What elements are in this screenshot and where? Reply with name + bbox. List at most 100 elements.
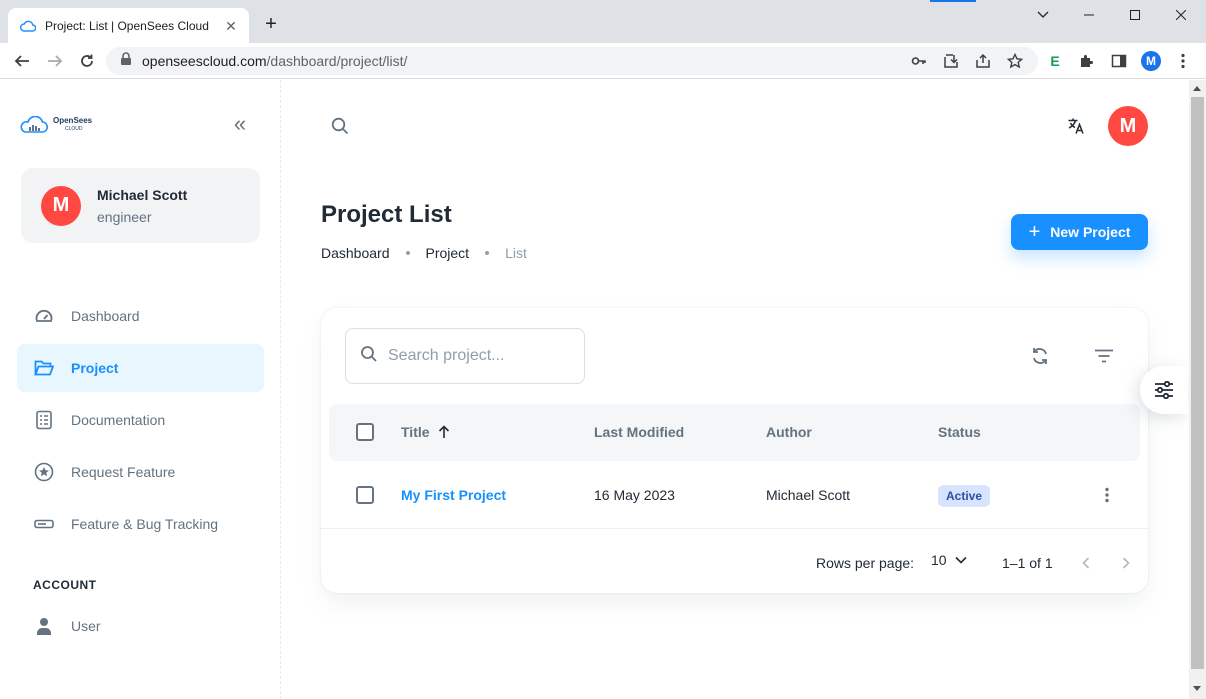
page-scrollbar[interactable] xyxy=(1189,80,1206,699)
lock-icon[interactable] xyxy=(120,51,132,71)
plus-icon: + xyxy=(1028,221,1041,243)
extension-e-icon[interactable]: E xyxy=(1045,51,1065,71)
breadcrumb: Dashboard Project List xyxy=(321,245,527,261)
user-info: Michael Scott engineer xyxy=(97,187,187,225)
sidebar-item-project[interactable]: Project xyxy=(17,344,264,392)
rows-per-page-value: 10 xyxy=(931,552,947,568)
search-icon xyxy=(360,345,378,368)
sliders-icon xyxy=(1154,381,1174,399)
sidebar: OpenSees CLOUD « M Michael Scott enginee… xyxy=(0,80,281,699)
tab-title: Project: List | OpenSees Cloud xyxy=(45,18,209,33)
maximize-icon[interactable] xyxy=(1112,0,1158,30)
row-more-icon[interactable] xyxy=(1095,483,1119,507)
install-app-icon[interactable] xyxy=(943,53,959,69)
search-input[interactable] xyxy=(388,347,568,365)
close-window-icon[interactable] xyxy=(1158,0,1204,30)
scroll-up-arrow-icon[interactable] xyxy=(1193,86,1201,91)
browser-toolbar: openseescloud.com/dashboard/project/list… xyxy=(0,43,1206,79)
column-last-modified-header[interactable]: Last Modified xyxy=(594,424,684,440)
rows-per-page-label: Rows per page: xyxy=(816,555,915,571)
cloud-logo-icon xyxy=(20,116,49,133)
scrollbar-thumb[interactable] xyxy=(1191,97,1204,669)
app-logo[interactable]: OpenSees CLOUD xyxy=(19,116,92,134)
profile-avatar-icon[interactable]: M xyxy=(1141,51,1161,71)
refresh-icon[interactable] xyxy=(1028,344,1052,368)
column-status-header[interactable]: Status xyxy=(938,424,981,440)
author-cell: Michael Scott xyxy=(766,487,851,503)
sidebar-item-label: User xyxy=(71,618,101,634)
select-all-checkbox[interactable] xyxy=(356,423,374,441)
tab-search-icon[interactable] xyxy=(1020,0,1066,30)
new-project-label: New Project xyxy=(1050,224,1131,240)
rows-per-page-select[interactable]: 10 xyxy=(931,552,967,568)
user-card[interactable]: M Michael Scott engineer xyxy=(21,168,260,243)
cloud-favicon-icon xyxy=(20,18,36,34)
sidebar-item-dashboard[interactable]: Dashboard xyxy=(17,292,264,340)
url-path: /dashboard/project/list/ xyxy=(266,53,408,69)
previous-page-icon[interactable] xyxy=(1074,551,1098,575)
settings-drawer-button[interactable] xyxy=(1140,366,1188,414)
extensions-puzzle-icon[interactable] xyxy=(1077,51,1097,71)
user-role: engineer xyxy=(97,208,152,225)
translate-icon[interactable] xyxy=(1064,114,1088,138)
tracking-icon xyxy=(33,513,55,535)
pagination-range: 1–1 of 1 xyxy=(1002,555,1053,571)
collapse-sidebar-icon[interactable]: « xyxy=(228,113,252,137)
breadcrumb-current: List xyxy=(505,245,527,261)
page-viewport: OpenSees CLOUD « M Michael Scott enginee… xyxy=(0,80,1189,699)
sidebar-item-documentation[interactable]: Documentation xyxy=(17,396,264,444)
logo-text-line2: CLOUD xyxy=(65,126,83,132)
next-page-icon[interactable] xyxy=(1114,551,1138,575)
sidebar-item-label: Dashboard xyxy=(71,308,140,324)
browser-tab-strip: Project: List | OpenSees Cloud ✕ + xyxy=(0,0,1206,43)
sidebar-item-request-feature[interactable]: Request Feature xyxy=(17,448,264,496)
close-tab-icon[interactable]: ✕ xyxy=(223,18,239,34)
status-badge: Active xyxy=(938,485,991,507)
sidebar-item-label: Project xyxy=(71,360,119,376)
bookmark-star-icon[interactable] xyxy=(1006,52,1024,69)
profile-initial: M xyxy=(1141,51,1161,71)
url-host: openseescloud.com xyxy=(142,53,267,69)
breadcrumb-separator xyxy=(405,251,410,255)
avatar: M xyxy=(1108,106,1148,146)
filter-list-icon[interactable] xyxy=(1092,344,1116,368)
address-bar[interactable]: openseescloud.com/dashboard/project/list… xyxy=(106,47,1038,75)
project-table-card: Title Last Modified Author Status My Fir… xyxy=(321,308,1148,593)
new-tab-button[interactable]: + xyxy=(260,13,282,35)
last-modified-cell: 16 May 2023 xyxy=(594,487,675,503)
browser-tab[interactable]: Project: List | OpenSees Cloud ✕ xyxy=(8,8,249,43)
account-avatar-button[interactable]: M xyxy=(1108,106,1148,146)
new-project-button[interactable]: + New Project xyxy=(1011,214,1148,250)
project-title-link[interactable]: My First Project xyxy=(401,487,506,503)
account-section-header: ACCOUNT xyxy=(33,578,97,592)
dashboard-icon xyxy=(33,305,55,327)
key-icon[interactable] xyxy=(911,53,927,69)
back-arrow-icon[interactable] xyxy=(9,48,35,74)
chevron-down-icon xyxy=(955,556,967,564)
search-icon[interactable] xyxy=(328,114,352,138)
column-author-header[interactable]: Author xyxy=(766,424,812,440)
scroll-down-arrow-icon[interactable] xyxy=(1193,686,1201,691)
row-checkbox[interactable] xyxy=(356,486,374,504)
sidebar-item-feature-bug-tracking[interactable]: Feature & Bug Tracking xyxy=(17,500,264,548)
sidebar-item-user[interactable]: User xyxy=(17,602,264,650)
forward-arrow-icon[interactable] xyxy=(42,48,68,74)
minimize-icon[interactable] xyxy=(1066,0,1112,30)
sort-ascending-icon xyxy=(438,425,450,439)
breadcrumb-project[interactable]: Project xyxy=(426,245,470,261)
column-title-label: Title xyxy=(401,424,430,440)
search-project-field[interactable] xyxy=(345,328,585,384)
folder-open-icon xyxy=(33,357,55,379)
breadcrumb-separator xyxy=(485,251,490,255)
extension-letter: E xyxy=(1050,53,1060,69)
column-title-header[interactable]: Title xyxy=(401,424,450,440)
share-icon[interactable] xyxy=(975,53,991,69)
breadcrumb-dashboard[interactable]: Dashboard xyxy=(321,245,390,261)
side-panel-icon[interactable] xyxy=(1109,51,1129,71)
avatar: M xyxy=(41,185,81,226)
page-title: Project List xyxy=(321,201,452,228)
reload-icon[interactable] xyxy=(74,48,100,74)
user-icon xyxy=(33,615,55,637)
more-vertical-icon[interactable] xyxy=(1173,51,1193,71)
table-row[interactable]: My First Project 16 May 2023 Michael Sco… xyxy=(321,461,1148,529)
